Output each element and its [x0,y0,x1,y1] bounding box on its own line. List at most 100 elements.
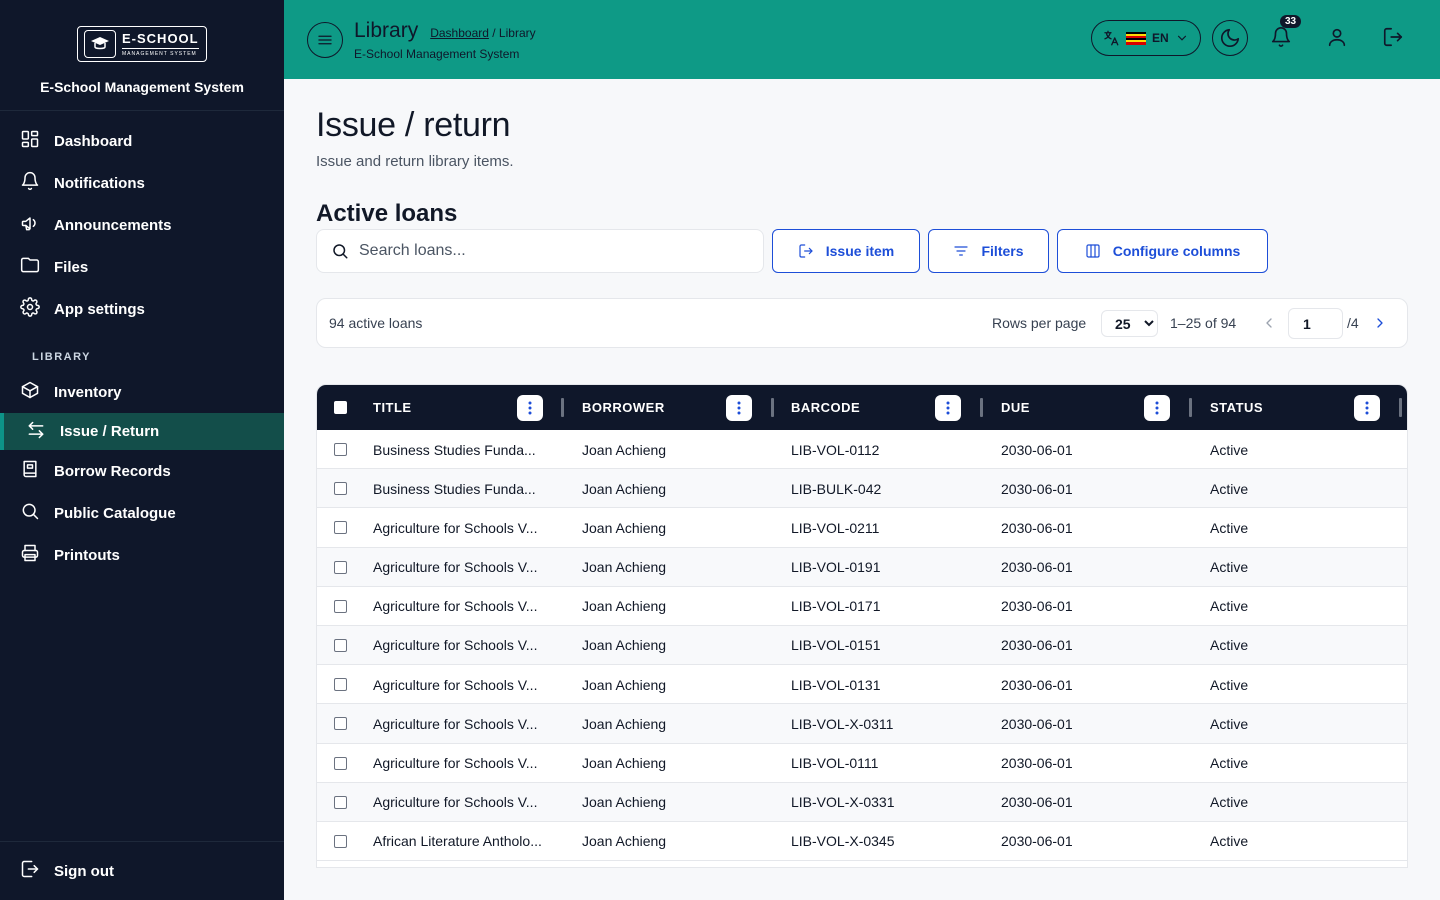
column-menu-button[interactable] [935,395,961,421]
cell-due: 2030-06-01 [1001,637,1073,654]
sidebar-item-app-settings[interactable]: App settings [0,288,284,330]
table-row[interactable]: Agriculture for Schools V... Joan Achieng… [317,587,1407,626]
table-row[interactable]: Agriculture for Schools V... Joan Achieng… [317,508,1407,548]
sidebar-item-dashboard[interactable]: Dashboard [0,120,284,162]
main-content: Issue / return Issue and return library … [284,79,1440,900]
cell-title: Agriculture for Schools V... [373,598,538,615]
cell-due: 2030-06-01 [1001,794,1073,811]
table-row[interactable]: Agriculture for Schools V... Joan Achieng… [317,625,1407,666]
issue-item-button[interactable]: Issue item [772,229,920,273]
sidebar-item-label: Files [54,258,89,276]
row-checkbox[interactable] [334,678,347,692]
sidebar-item-printouts[interactable]: Printouts [0,534,284,576]
previous-page-button[interactable] [1261,315,1277,331]
logo[interactable]: E-SCHOOL MANAGEMENT SYSTEM [77,26,207,62]
row-checkbox[interactable] [334,638,347,652]
next-page-button[interactable] [1372,315,1388,331]
column-menu-button[interactable] [1354,395,1380,421]
configure-columns-button[interactable]: Configure columns [1057,229,1268,273]
theme-toggle-button[interactable] [1212,20,1248,56]
language-selector[interactable]: EN [1091,20,1201,56]
bell-icon [20,171,40,195]
table-header: TITLE BORROWER BARCODE DUE STATUS [317,385,1407,430]
brand: E-SCHOOL MANAGEMENT SYSTEM E-School Mana… [0,0,284,111]
sidebar-item-announcements[interactable]: Announcements [0,204,284,246]
column-menu-button[interactable] [726,395,752,421]
sidebar-item-label: Announcements [54,216,172,234]
sidebar-item-public-catalogue[interactable]: Public Catalogue [0,492,284,534]
menu-toggle-button[interactable] [307,21,343,58]
notifications-button[interactable] [1270,26,1294,50]
row-checkbox[interactable] [334,560,347,574]
cell-barcode: LIB-VOL-X-0311 [791,715,894,732]
folder-icon [20,255,40,279]
column-header-due[interactable]: DUE [1001,385,1030,430]
cell-borrower: Joan Achieng [582,755,667,771]
cell-status: Active [1210,715,1249,732]
table-row[interactable]: Agriculture for Schools V... Joan Achieng… [317,704,1407,744]
loans-table: TITLE BORROWER BARCODE DUE STATUS Busine… [316,384,1408,868]
cell-title: Agriculture for Schools V... [373,519,538,536]
cell-borrower: Joan Achieng [582,794,667,811]
filters-button[interactable]: Filters [928,229,1049,273]
column-header-status[interactable]: STATUS [1210,385,1263,430]
table-row[interactable]: Agriculture for Schools V... Joan Achieng… [317,744,1407,783]
table-row[interactable]: Agriculture for Schools V... Joan Achieng… [317,782,1407,822]
table-row[interactable]: African Literature Antholo... Joan Achien… [317,822,1407,862]
cell-status: Active [1210,559,1249,576]
cell-status: Active [1210,676,1249,693]
page-number-input[interactable] [1288,308,1343,339]
cell-title: Agriculture for Schools V... [373,794,538,811]
sidebar-nav: Dashboard Notifications Announcements Fi… [0,111,284,576]
column-resize-handle[interactable] [980,398,983,417]
issue-item-label: Issue item [825,243,895,259]
swap-icon [26,420,46,444]
logout-button[interactable] [1382,26,1406,50]
sidebar-item-label: Dashboard [54,132,133,150]
column-header-barcode[interactable]: BARCODE [791,385,860,430]
search-box [316,229,764,273]
row-checkbox[interactable] [334,482,347,496]
sidebar-item-notifications[interactable]: Notifications [0,162,284,204]
profile-button[interactable] [1326,26,1350,50]
sidebar-item-files[interactable]: Files [0,246,284,288]
brand-name: E-School Management System [40,79,244,95]
sign-out-label: Sign out [54,862,114,880]
column-header-borrower[interactable]: BORROWER [582,385,665,430]
row-checkbox[interactable] [334,521,347,535]
sidebar-item-inventory[interactable]: Inventory [0,371,284,413]
row-checkbox[interactable] [334,795,347,809]
cell-due: 2030-06-01 [1001,833,1073,850]
sidebar-item-borrow-records[interactable]: Borrow Records [0,450,284,492]
search-input[interactable] [359,242,739,260]
page-subtitle: Issue and return library items. [316,153,514,170]
uganda-flag-icon [1126,31,1146,45]
column-menu-button[interactable] [517,395,543,421]
sidebar-item-issue-return[interactable]: Issue / Return [0,413,284,450]
column-header-title[interactable]: TITLE [373,385,412,430]
row-checkbox[interactable] [334,717,347,731]
cell-title: African Literature Antholo... [373,833,542,850]
row-checkbox[interactable] [334,599,347,613]
table-row[interactable]: Agriculture for Schools V... Joan Achieng… [317,547,1407,587]
cell-borrower: Joan Achieng [582,519,667,536]
row-checkbox[interactable] [334,756,347,770]
rows-per-page-select[interactable]: 25 [1101,310,1158,337]
cell-due: 2030-06-01 [1001,559,1073,576]
table-row[interactable]: Business Studies Funda... Joan Achieng LIB… [317,469,1407,509]
row-checkbox[interactable] [334,834,347,848]
table-row[interactable]: Agriculture for Schools V... Joan Achieng… [317,665,1407,705]
column-resize-handle[interactable] [561,398,564,417]
cell-title: Agriculture for Schools V... [373,676,538,693]
table-row[interactable]: Business Studies Funda... Joan Achieng LIB… [317,430,1407,470]
cell-status: Active [1210,519,1249,536]
column-resize-handle[interactable] [771,398,774,417]
row-checkbox[interactable] [334,443,347,456]
column-menu-button[interactable] [1144,395,1170,421]
column-resize-handle[interactable] [1189,398,1192,417]
breadcrumb-link-dashboard[interactable]: Dashboard [430,26,489,40]
cell-status: Active [1210,794,1249,811]
column-resize-handle[interactable] [1399,398,1402,417]
select-all-checkbox[interactable] [334,401,347,414]
sign-out-button[interactable]: Sign out [0,841,284,900]
